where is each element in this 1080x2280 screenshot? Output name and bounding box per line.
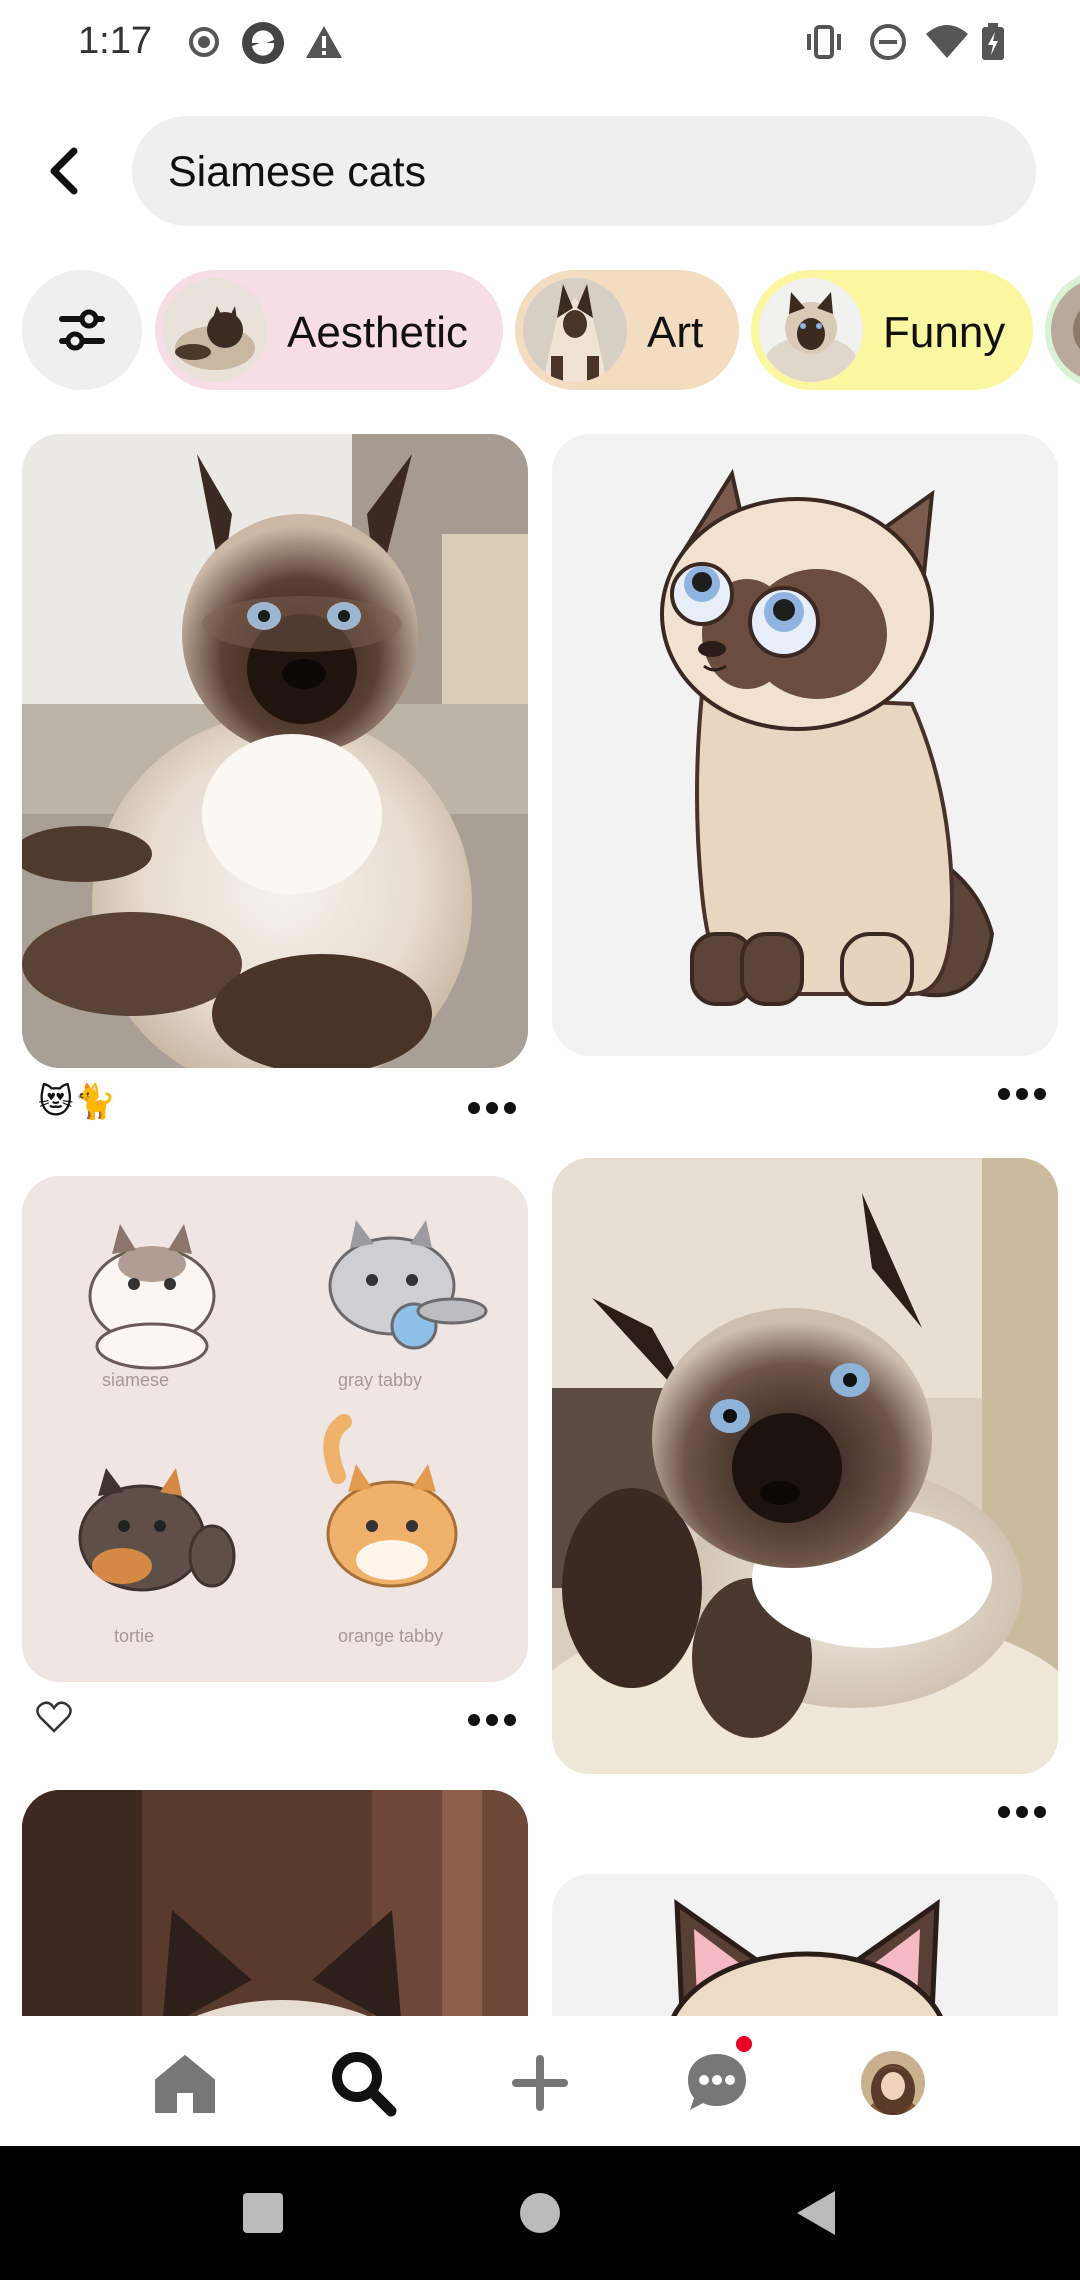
create-icon bbox=[512, 2055, 568, 2111]
search-icon bbox=[332, 2052, 397, 2117]
record-icon bbox=[184, 22, 224, 62]
search-input[interactable]: Siamese cats bbox=[132, 116, 1036, 226]
more-options-icon[interactable] bbox=[466, 1098, 518, 1118]
do-not-disturb-icon bbox=[868, 22, 908, 62]
more-options-icon[interactable] bbox=[996, 1084, 1048, 1104]
profile-avatar bbox=[861, 2051, 925, 2115]
pin-image[interactable] bbox=[552, 434, 1058, 1056]
sliders-icon bbox=[59, 309, 105, 351]
pin-footer bbox=[22, 1690, 528, 1750]
messages-notification-dot bbox=[736, 2036, 752, 2052]
cartoon-cat-illustration bbox=[552, 1874, 1058, 2016]
warning-icon bbox=[304, 22, 344, 62]
pin-footer bbox=[552, 1782, 1058, 1842]
recents-button[interactable] bbox=[230, 2180, 296, 2246]
pin-image[interactable] bbox=[552, 1158, 1058, 1774]
filter-chips-row: Aesthetic Art Funny bbox=[0, 268, 1080, 392]
pin-footer: 😻🐈 bbox=[22, 1076, 528, 1136]
chip-art[interactable]: Art bbox=[515, 270, 739, 390]
bottom-navigation bbox=[0, 2016, 1080, 2146]
nav-search[interactable] bbox=[318, 2038, 408, 2128]
four-kittens-illustration bbox=[22, 1176, 528, 1682]
back-triangle-icon bbox=[797, 2191, 835, 2235]
app-icon bbox=[240, 20, 286, 66]
siamese-cat-photo bbox=[552, 1158, 1058, 1774]
chip-label: Art bbox=[647, 308, 704, 357]
siamese-cat-photo bbox=[22, 1790, 528, 2016]
chip-label: Funny bbox=[883, 308, 1006, 357]
pin-image[interactable] bbox=[22, 1790, 528, 2016]
pin-footer bbox=[552, 1064, 1058, 1124]
chip-label: Aesthetic bbox=[287, 308, 468, 357]
home-system-button[interactable] bbox=[507, 2180, 573, 2246]
chevron-left-icon bbox=[50, 147, 78, 195]
wifi-icon bbox=[924, 22, 970, 62]
pin-image[interactable] bbox=[22, 434, 528, 1068]
chip-thumbnail bbox=[1051, 278, 1080, 382]
search-query-text: Siamese cats bbox=[168, 148, 427, 196]
vibrate-icon bbox=[804, 22, 844, 62]
messages-icon bbox=[688, 2054, 746, 2110]
chip-thumbnail bbox=[163, 278, 267, 382]
pin-image[interactable] bbox=[552, 1874, 1058, 2016]
nav-profile[interactable] bbox=[848, 2038, 938, 2128]
battery-charging-icon bbox=[980, 22, 1006, 62]
nav-home[interactable] bbox=[140, 2038, 230, 2128]
panel-label: gray tabby bbox=[338, 1370, 423, 1390]
recents-icon bbox=[243, 2193, 283, 2233]
chip-more[interactable] bbox=[1045, 270, 1080, 390]
home-circle-icon bbox=[520, 2193, 560, 2233]
nav-messages[interactable] bbox=[672, 2038, 762, 2128]
status-time: 1:17 bbox=[78, 20, 152, 62]
filters-button[interactable] bbox=[22, 270, 142, 390]
chip-funny[interactable]: Funny bbox=[751, 270, 1033, 390]
chip-thumbnail bbox=[759, 278, 863, 382]
system-navigation-bar bbox=[0, 2146, 1080, 2280]
cartoon-siamese-cat-illustration bbox=[552, 434, 1058, 1056]
home-icon bbox=[155, 2055, 215, 2113]
back-system-button[interactable] bbox=[783, 2180, 849, 2246]
pin-caption-emoji: 😻🐈 bbox=[38, 1083, 116, 1121]
nav-create[interactable] bbox=[495, 2038, 585, 2128]
heart-outline-icon[interactable] bbox=[36, 1700, 72, 1736]
more-options-icon[interactable] bbox=[996, 1802, 1048, 1822]
status-bar: 1:17 bbox=[0, 0, 1080, 86]
panel-label: orange tabby bbox=[338, 1626, 444, 1646]
panel-label: siamese bbox=[102, 1370, 170, 1390]
pin-feed: 😻🐈 siamese gray tabby tortie orange tabb… bbox=[0, 420, 1080, 2016]
panel-label: tortie bbox=[114, 1626, 155, 1646]
pin-image[interactable]: siamese gray tabby tortie orange tabby bbox=[22, 1176, 528, 1682]
siamese-kitten-photo bbox=[22, 434, 528, 1068]
chip-aesthetic[interactable]: Aesthetic bbox=[155, 270, 503, 390]
more-options-icon[interactable] bbox=[466, 1710, 518, 1730]
back-button[interactable] bbox=[34, 136, 94, 206]
chip-thumbnail bbox=[523, 278, 627, 382]
